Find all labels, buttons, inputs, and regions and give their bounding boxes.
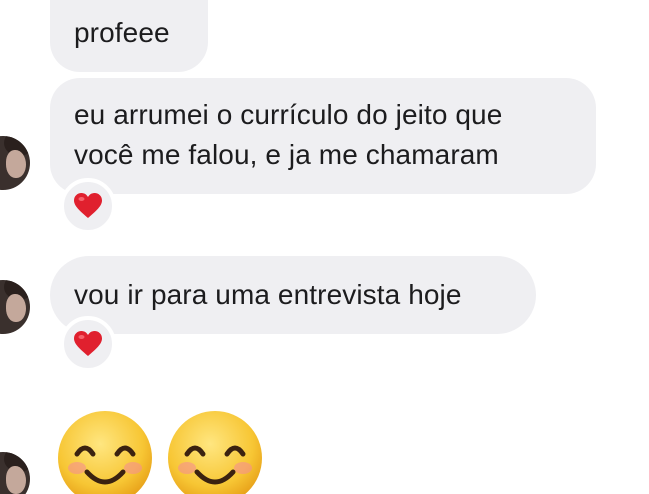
message-bubble[interactable]: profeee <box>50 0 208 72</box>
red-heart-emoji-icon <box>74 193 102 218</box>
message-text-line: eu arrumei o currículo do jeito que <box>74 99 503 130</box>
red-heart-emoji-icon <box>74 331 102 356</box>
avatar[interactable] <box>0 136 30 190</box>
message-text: profeee <box>74 17 170 48</box>
smiling-face-emoji-icon[interactable] <box>167 410 263 494</box>
reaction-badge[interactable] <box>60 316 116 372</box>
conversation-thread: profeee eu arrumei o currículo do jeito … <box>0 0 649 494</box>
avatar[interactable] <box>0 280 30 334</box>
smiling-face-emoji-icon[interactable] <box>57 410 153 494</box>
avatar[interactable] <box>0 452 30 494</box>
reaction-badge[interactable] <box>60 178 116 234</box>
message-text: vou ir para uma entrevista hoje <box>74 279 462 310</box>
message-bubble[interactable]: eu arrumei o currículo do jeito que você… <box>50 78 596 194</box>
message-text-line: você me falou, e ja me chamaram <box>74 139 499 170</box>
message-bubble[interactable]: vou ir para uma entrevista hoje <box>50 256 536 334</box>
